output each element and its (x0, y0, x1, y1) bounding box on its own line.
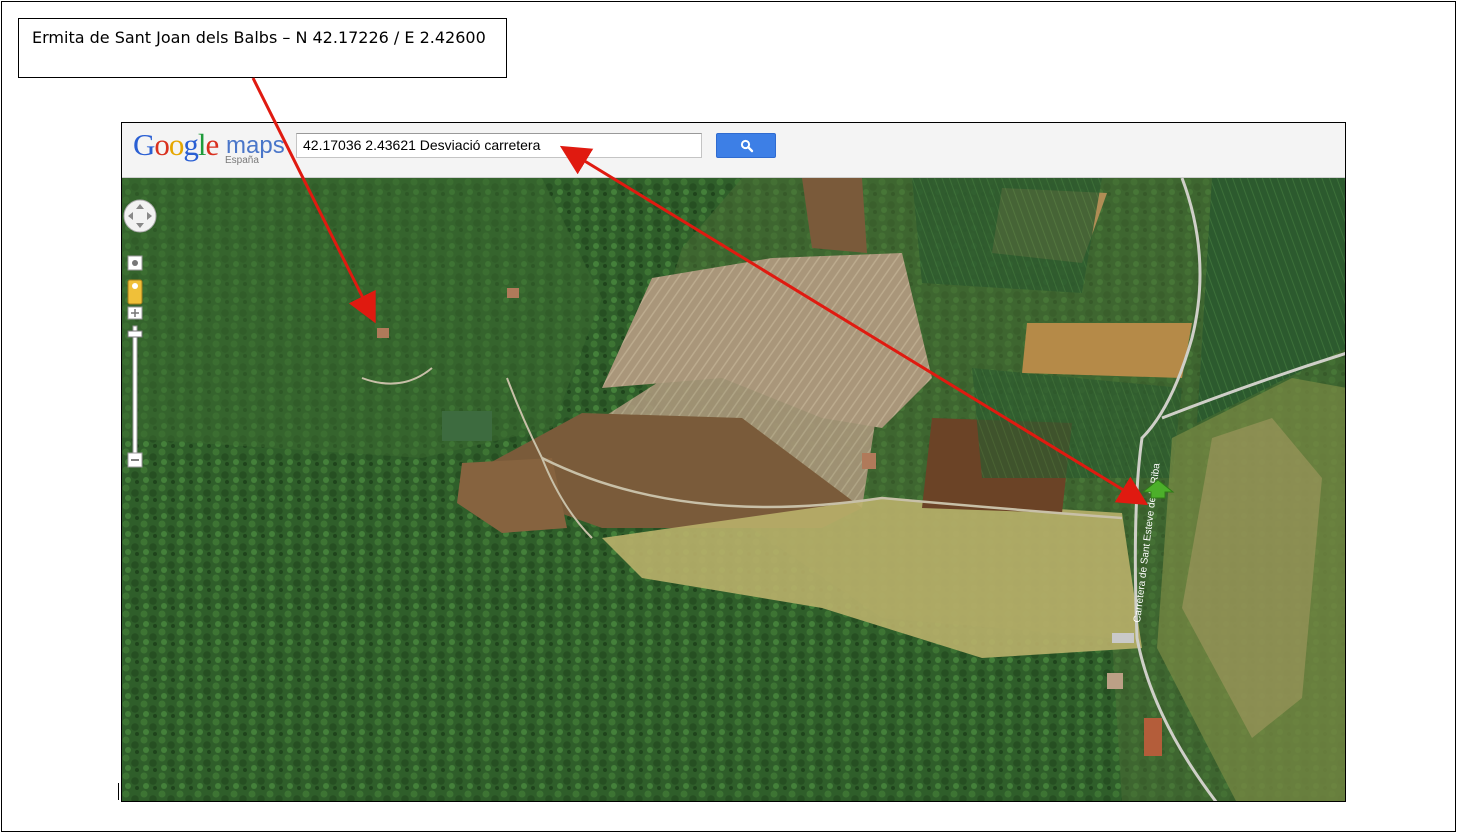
logo-letter: l (197, 127, 207, 162)
map-navigation-control[interactable] (122, 196, 162, 476)
callout-text: Ermita de Sant Joan dels Balbs – N 42.17… (32, 28, 486, 47)
maps-header: Google maps España 42.17036 2.43621 Desv… (122, 123, 1345, 178)
search-button[interactable] (716, 133, 776, 158)
logo-letter: g (183, 127, 198, 162)
hermitage-coordinates-callout: Ermita de Sant Joan dels Balbs – N 42.17… (18, 18, 507, 78)
google-maps-window: Google maps España 42.17036 2.43621 Desv… (121, 122, 1346, 802)
satellite-imagery[interactable]: Carretera de Sant Esteve de la Riba (122, 178, 1346, 802)
search-icon (740, 139, 754, 153)
zoom-slider-track[interactable] (132, 325, 138, 457)
zoom-slider-handle[interactable] (127, 330, 143, 338)
search-input[interactable]: 42.17036 2.43621 Desviació carretera (296, 133, 702, 158)
logo-letter: o (168, 127, 184, 162)
logo-letter: G (133, 127, 155, 162)
google-logo[interactable]: Google (133, 127, 220, 163)
logo-letter: o (154, 127, 169, 162)
logo-letter: e (205, 127, 220, 162)
text-cursor (118, 783, 119, 800)
logo-region-text: España (225, 155, 259, 166)
